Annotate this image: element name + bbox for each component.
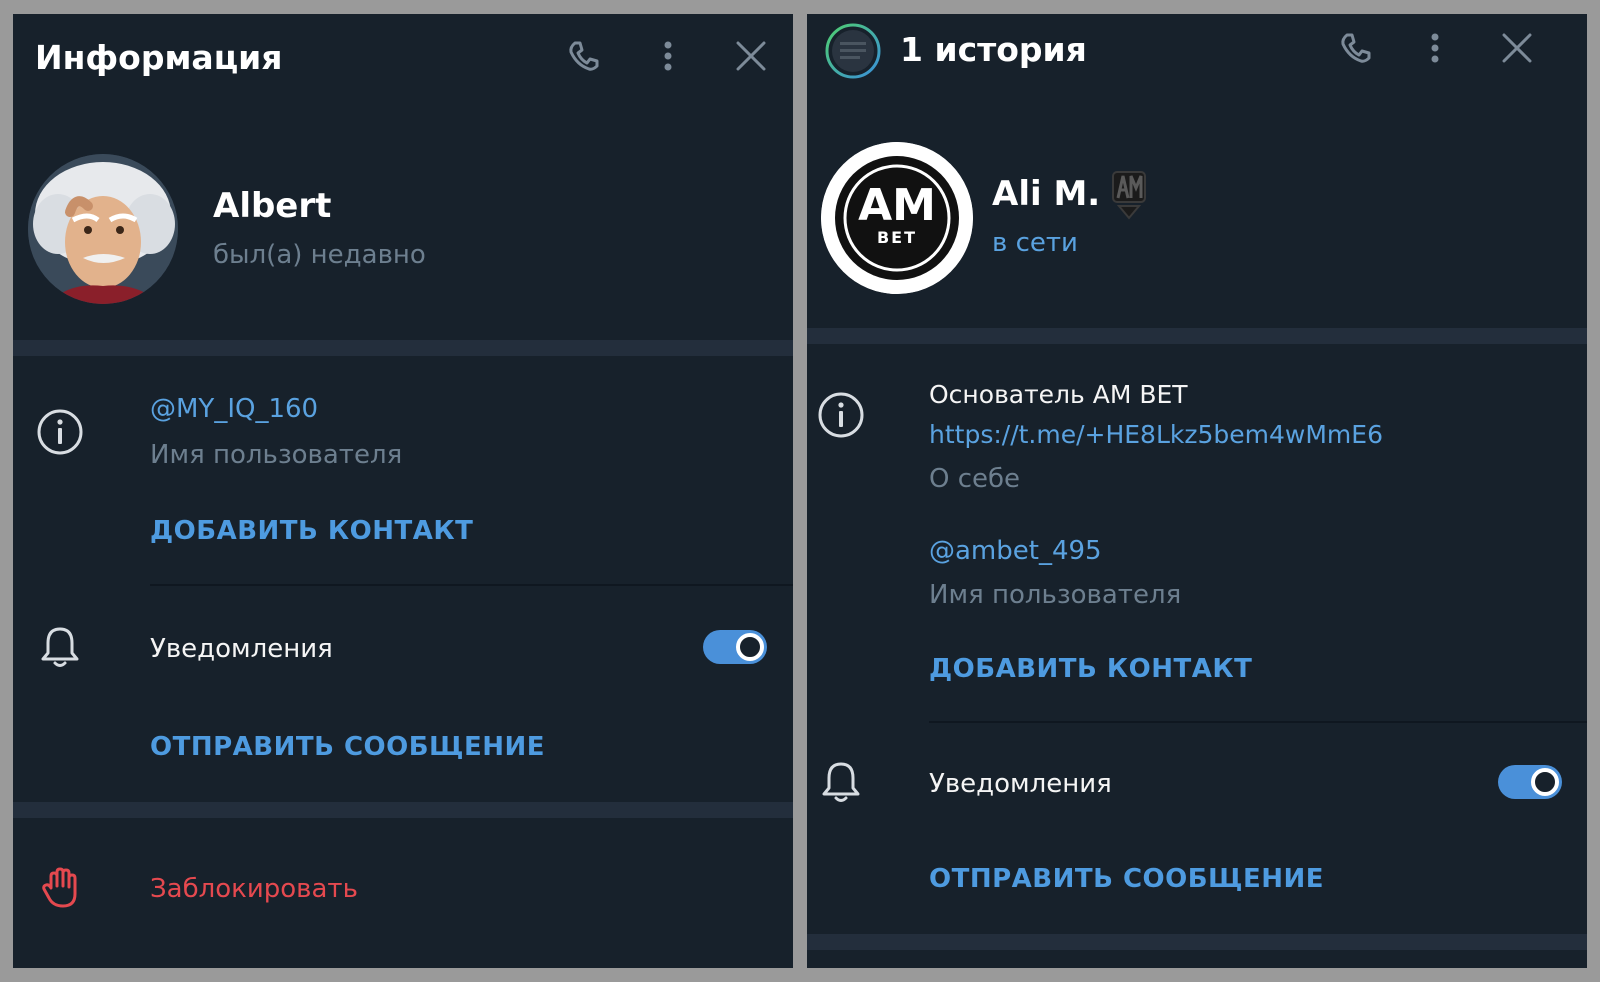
block-button[interactable]: Заблокировать	[150, 874, 358, 904]
more-vertical-icon[interactable]	[648, 36, 688, 76]
panel-title: Информация	[35, 38, 283, 77]
bio-text: Основатель AM BET	[929, 380, 1188, 409]
online-status: в сети	[992, 228, 1078, 258]
toggle-knob	[1531, 768, 1559, 796]
avatar-logo-text: AM	[858, 180, 936, 231]
username-link[interactable]: @MY_IQ_160	[150, 394, 318, 424]
profile-name: Ali M.	[992, 174, 1101, 214]
section-divider	[807, 328, 1587, 344]
last-seen-status: был(а) недавно	[213, 240, 426, 270]
row-divider	[150, 584, 793, 586]
more-vertical-icon[interactable]	[1415, 28, 1455, 68]
row-divider	[929, 721, 1587, 723]
emoji-status-icon[interactable]	[1109, 168, 1149, 220]
bell-icon	[818, 759, 864, 805]
close-icon[interactable]	[1497, 28, 1537, 68]
close-icon[interactable]	[731, 36, 771, 76]
send-message-button[interactable]: ОТПРАВИТЬ СООБЩЕНИЕ	[150, 732, 545, 762]
info-icon	[816, 390, 866, 440]
panel-title: 1 история	[900, 30, 1087, 69]
username-caption: Имя пользователя	[150, 440, 403, 470]
section-divider	[807, 934, 1587, 950]
block-hand-icon	[39, 866, 83, 910]
panel-header: Информация	[13, 14, 793, 104]
username-caption: Имя пользователя	[929, 580, 1182, 610]
section-divider	[13, 802, 793, 818]
username-link[interactable]: @ambet_495	[929, 536, 1102, 566]
bio-link[interactable]: https://t.me/+HE8Lkz5bem4wMmE6	[929, 420, 1383, 449]
phone-icon[interactable]	[563, 36, 603, 76]
phone-icon[interactable]	[1335, 28, 1375, 68]
send-message-button[interactable]: ОТПРАВИТЬ СООБЩЕНИЕ	[929, 864, 1324, 894]
toggle-knob	[736, 633, 764, 661]
left-info-panel: Информация Albert был(а) недавно @MY_IQ_…	[13, 14, 793, 968]
section-divider	[13, 340, 793, 356]
add-contact-button[interactable]: ДОБАВИТЬ КОНТАКТ	[150, 516, 473, 546]
story-avatar[interactable]	[824, 22, 882, 80]
right-info-panel: 1 история AM BET Ali M. в сети Основател…	[807, 14, 1587, 968]
avatar[interactable]	[28, 154, 178, 304]
avatar-logo-subtext: BET	[876, 228, 918, 247]
bio-caption: О себе	[929, 464, 1021, 494]
bell-icon	[37, 624, 83, 670]
notifications-label: Уведомления	[929, 769, 1112, 799]
notifications-toggle[interactable]	[1498, 765, 1562, 799]
profile-name: Albert	[213, 186, 332, 226]
panel-header: 1 история	[807, 14, 1587, 104]
info-icon	[35, 407, 85, 457]
notifications-label: Уведомления	[150, 634, 333, 664]
add-contact-button[interactable]: ДОБАВИТЬ КОНТАКТ	[929, 654, 1252, 684]
notifications-toggle[interactable]	[703, 630, 767, 664]
avatar[interactable]: AM BET	[821, 142, 973, 294]
